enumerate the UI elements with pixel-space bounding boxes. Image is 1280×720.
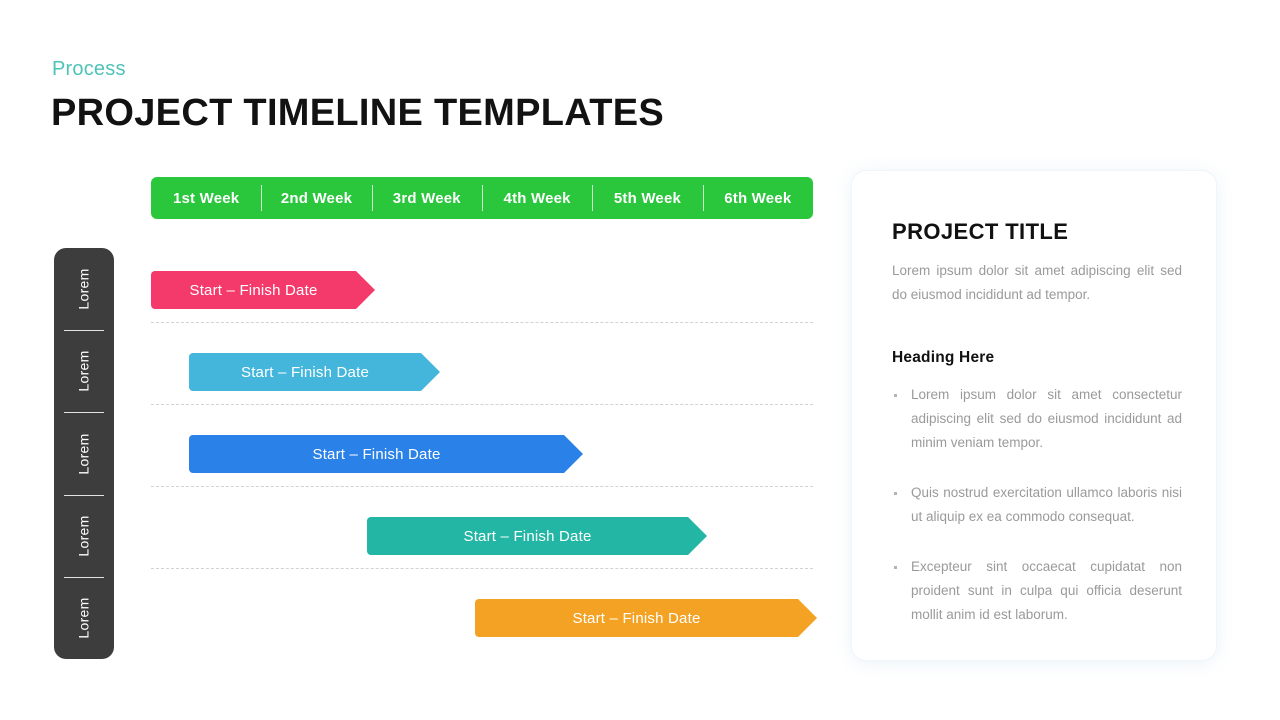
timeline-bar-2[interactable]: Start – Finish Date [189, 353, 440, 391]
timeline-row-1: Start – Finish Date [151, 248, 813, 330]
page-title: PROJECT TIMELINE TEMPLATES [51, 92, 665, 134]
timeline-row-2: Start – Finish Date [151, 330, 813, 412]
week-cell-label: 4th Week [503, 189, 571, 207]
timeline-bar-1[interactable]: Start – Finish Date [151, 271, 375, 309]
week-cell-3[interactable]: 3rd Week [371, 177, 482, 219]
week-cell-5[interactable]: 5th Week [592, 177, 702, 219]
card-bullet-list: Lorem ipsum dolor sit amet consectetur a… [892, 383, 1182, 627]
rail-item-label: Lorem [76, 350, 92, 392]
rail-item-label: Lorem [76, 515, 92, 557]
card-bullet-1: Lorem ipsum dolor sit amet consectetur a… [892, 383, 1182, 455]
timeline-row-4: Start – Finish Date [151, 494, 813, 576]
timeline-row-3: Start – Finish Date [151, 412, 813, 494]
rail-item-5[interactable]: Lorem [54, 576, 114, 659]
row-divider-3 [151, 486, 813, 487]
card-content: PROJECT TITLE Lorem ipsum dolor sit amet… [892, 218, 1182, 627]
eyebrow-label: Process [52, 58, 126, 80]
rail-item-label: Lorem [76, 597, 92, 639]
card-bullet-3: Excepteur sint occaecat cupidatat non pr… [892, 555, 1182, 627]
rail-item-label: Lorem [76, 268, 92, 310]
rail-item-4[interactable]: Lorem [54, 494, 114, 577]
week-cell-4[interactable]: 4th Week [481, 177, 592, 219]
week-cell-6[interactable]: 6th Week [702, 177, 813, 219]
timeline-bar-3[interactable]: Start – Finish Date [189, 435, 583, 473]
rail-item-1[interactable]: Lorem [54, 248, 114, 330]
week-cell-label: 6th Week [724, 189, 792, 207]
rail-item-3[interactable]: Lorem [54, 412, 114, 494]
rail-item-2[interactable]: Lorem [54, 330, 114, 412]
week-cell-label: 2nd Week [280, 189, 353, 207]
card-lede-text: Lorem ipsum dolor sit amet adipiscing el… [892, 263, 1182, 302]
week-cell-label: 3rd Week [392, 189, 461, 207]
timeline-bar-label: Start – Finish Date [572, 609, 701, 627]
week-cell-1[interactable]: 1st Week [151, 177, 261, 219]
timeline-row-5: Start – Finish Date [151, 576, 813, 658]
project-info-card: PROJECT TITLE Lorem ipsum dolor sit amet… [852, 171, 1216, 660]
row-divider-1 [151, 322, 813, 323]
timeline-bar-label: Start – Finish Date [189, 281, 318, 299]
timeline-bar-4[interactable]: Start – Finish Date [367, 517, 707, 555]
week-cell-label: 5th Week [613, 189, 682, 207]
row-divider-4 [151, 568, 813, 569]
timeline-bar-label: Start – Finish Date [240, 363, 370, 381]
phase-rail: Lorem Lorem Lorem Lorem Lorem [54, 248, 114, 659]
card-section-heading: Heading Here [892, 349, 995, 366]
card-bullet-2: Quis nostrud exercitation ullamco labori… [892, 481, 1182, 529]
week-header-bar: 1st Week 2nd Week 3rd Week 4th Week 5th Week… [151, 177, 813, 219]
timeline-bar-label: Start – Finish Date [463, 527, 592, 545]
card-title: PROJECT TITLE [892, 219, 1069, 244]
timeline-track: Start – Finish Date Start – Finish Date St… [151, 248, 813, 660]
week-cell-label: 1st Week [172, 189, 240, 207]
row-divider-2 [151, 404, 813, 405]
timeline-bar-5[interactable]: Start – Finish Date [475, 599, 817, 637]
week-cell-2[interactable]: 2nd Week [261, 177, 371, 219]
slide-canvas: Process PROJECT TIMELINE TEMPLATES 1st W… [0, 0, 1280, 720]
rail-item-label: Lorem [76, 432, 92, 475]
timeline-bar-label: Start – Finish Date [312, 445, 441, 463]
